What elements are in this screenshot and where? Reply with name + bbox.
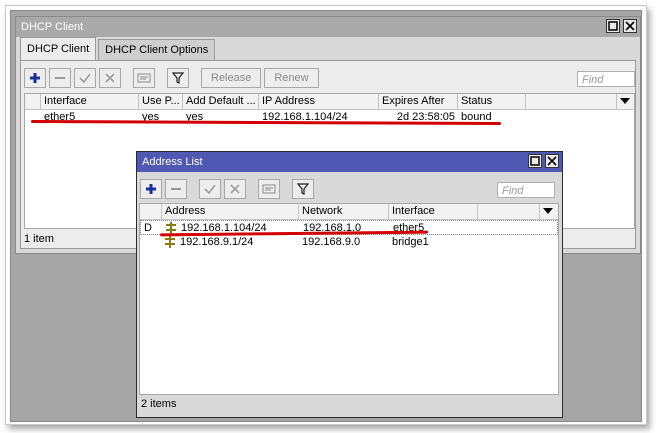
minus-icon [55,77,65,79]
flag-column-header[interactable] [25,94,41,109]
column-interface[interactable]: Interface [41,94,139,109]
enable-button[interactable] [74,68,96,88]
x-icon [230,184,240,194]
enable-button[interactable] [199,179,221,199]
disable-button[interactable] [224,179,246,199]
column-spacer [478,204,540,219]
dhcp-window-title: DHCP Client [21,21,84,33]
dhcp-find-input[interactable]: Find [577,71,635,87]
x-icon [105,73,115,83]
close-icon [547,156,557,166]
cell-flag [140,235,162,249]
close-icon [625,21,635,31]
renew-button[interactable]: Renew [264,68,319,88]
cell-network: 192.168.9.0 [302,236,361,248]
tab-dhcp-client[interactable]: DHCP Client [20,37,97,60]
flag-column-header[interactable] [140,204,162,219]
column-address[interactable]: Address [162,204,299,219]
dhcp-table-header: Interface Use P... Add Default ... IP Ad… [25,94,634,110]
remove-button[interactable] [49,68,71,88]
add-button[interactable] [24,68,46,88]
column-status[interactable]: Status [458,94,526,109]
release-button[interactable]: Release [201,68,262,88]
address-window-title: Address List [142,156,203,168]
chevron-down-icon [620,98,630,104]
column-menu-button[interactable] [540,204,558,219]
plus-icon [146,184,156,194]
maximize-button[interactable] [528,154,542,168]
minus-icon [171,188,181,190]
column-interface[interactable]: Interface [389,204,478,219]
address-find-input[interactable]: Find [497,182,555,198]
dhcp-item-count: 1 item [24,233,54,245]
comment-icon [262,184,276,194]
comment-icon [137,73,151,83]
column-ip-address[interactable]: IP Address [259,94,379,109]
address-table-header: Address Network Interface [140,204,558,220]
dhcp-window-titlebar[interactable]: DHCP Client [16,17,640,37]
address-window-titlebar[interactable]: Address List [137,152,562,172]
column-network[interactable]: Network [299,204,389,219]
address-icon [164,235,178,249]
disable-button[interactable] [99,68,121,88]
address-item-count: 2 items [141,398,177,410]
column-expires-after[interactable]: Expires After [379,94,458,109]
address-list-window: Address List Find Address Network Interf… [136,151,563,418]
column-spacer [526,94,617,109]
column-use-peer[interactable]: Use P... [139,94,183,109]
tab-dhcp-client-options[interactable]: DHCP Client Options [98,39,216,60]
remove-button[interactable] [165,179,187,199]
cell-interface: bridge1 [392,236,429,248]
close-button[interactable] [623,19,637,33]
filter-icon [297,183,309,195]
add-button[interactable] [140,179,162,199]
cell-address: 192.168.9.1/24 [180,236,254,248]
check-icon [204,184,216,195]
address-icon-glyph [165,236,175,248]
table-row[interactable]: 192.168.9.1/24 192.168.9.0 bridge1 [140,235,558,250]
chevron-down-icon [543,208,553,214]
plus-icon [30,73,40,83]
dhcp-toolbar: Release Renew [24,67,319,89]
filter-icon [172,72,184,84]
maximize-icon [608,21,618,31]
comment-button[interactable] [258,179,280,199]
column-menu-button[interactable] [617,94,634,109]
close-button[interactable] [545,154,559,168]
column-add-default[interactable]: Add Default ... [183,94,259,109]
maximize-button[interactable] [606,19,620,33]
address-toolbar [140,178,314,200]
maximize-icon [530,156,540,166]
address-icon-glyph [166,222,176,234]
check-icon [79,73,91,84]
comment-button[interactable] [133,68,155,88]
filter-button[interactable] [167,68,189,88]
dhcp-tabs: DHCP Client DHCP Client Options [20,37,217,61]
filter-button[interactable] [292,179,314,199]
